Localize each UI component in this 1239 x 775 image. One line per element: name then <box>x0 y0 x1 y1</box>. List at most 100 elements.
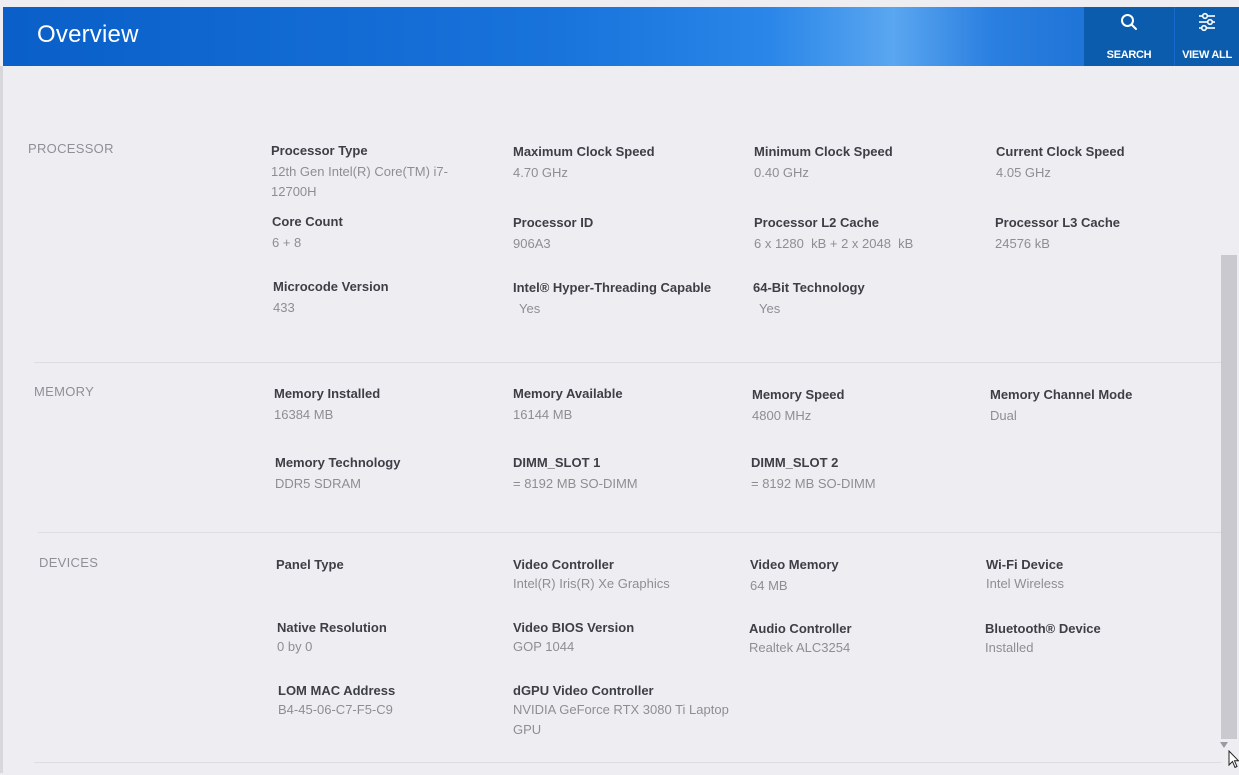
field-name: Memory Speed <box>752 387 845 402</box>
field-current-clock-speed: Current Clock Speed 4.05 GHz <box>996 143 1196 183</box>
field-value: 24576 kB <box>995 236 1050 251</box>
field-memory-available: Memory Available 16144 MB <box>513 385 733 425</box>
field-value: 4.70 GHz <box>513 165 568 180</box>
search-icon <box>1120 11 1138 33</box>
field-name: Native Resolution <box>277 620 387 635</box>
field-memory-speed: Memory Speed 4800 MHz <box>752 386 972 426</box>
field-audio-controller: Audio Controller Realtek ALC3254 <box>749 620 969 658</box>
field-bluetooth-device: Bluetooth® Device Installed <box>985 620 1205 658</box>
search-button[interactable]: SEARCH <box>1084 7 1174 66</box>
section-divider <box>34 762 1221 763</box>
field-value: Realtek ALC3254 <box>749 640 851 655</box>
field-name: Processor ID <box>513 215 594 230</box>
field-name: dGPU Video Controller <box>513 683 654 698</box>
field-value: 0.40 GHz <box>754 165 809 180</box>
field-value: Yes <box>519 301 541 316</box>
field-name: Memory Channel Mode <box>990 387 1133 402</box>
page-left-edge <box>0 66 3 773</box>
field-value: 6 x 1280 kB + 2 x 2048 kB <box>754 236 914 251</box>
field-value: 12th Gen Intel(R) Core(TM) i7-12700H <box>271 164 448 199</box>
search-button-label: SEARCH <box>1106 49 1152 61</box>
field-name: Memory Installed <box>274 386 381 401</box>
field-name: Bluetooth® Device <box>985 621 1101 636</box>
field-video-controller: Video Controller Intel(R) Iris(R) Xe Gra… <box>513 556 743 594</box>
view-all-button[interactable]: VIEW ALL <box>1175 7 1239 66</box>
field-value: 64 MB <box>750 578 788 593</box>
field-value: Intel Wireless <box>986 576 1065 591</box>
field-processor-id: Processor ID 906A3 <box>513 214 733 254</box>
field-value: B4-45-06-C7-F5-C9 <box>278 702 393 717</box>
field-memory-technology: Memory Technology DDR5 SDRAM <box>275 454 495 494</box>
field-name: Panel Type <box>276 557 344 572</box>
field-value: 16384 MB <box>274 407 334 422</box>
section-divider <box>34 362 1224 363</box>
filter-list-icon <box>1196 11 1218 33</box>
section-label-devices: DEVICES <box>39 555 99 570</box>
field-64bit-technology: 64-Bit Technology Yes <box>753 279 973 319</box>
view-all-button-label: VIEW ALL <box>1182 49 1232 61</box>
field-value: 4.05 GHz <box>996 165 1051 180</box>
field-value: Dual <box>990 408 1017 423</box>
field-name: Audio Controller <box>749 621 852 636</box>
field-min-clock-speed: Minimum Clock Speed 0.40 GHz <box>754 143 974 183</box>
field-value: 6 + 8 <box>272 235 302 250</box>
field-name: Minimum Clock Speed <box>754 144 893 159</box>
field-name: Processor L3 Cache <box>995 215 1121 230</box>
field-name: Current Clock Speed <box>996 144 1125 159</box>
field-name: Video BIOS Version <box>513 620 635 635</box>
field-value: 433 <box>273 300 295 315</box>
field-name: Intel® Hyper-Threading Capable <box>513 280 712 295</box>
field-value: 906A3 <box>513 236 551 251</box>
field-name: LOM MAC Address <box>278 683 396 698</box>
field-name: Wi-Fi Device <box>986 557 1064 572</box>
overview-header: Overview SEARCH VIEW ALL <box>3 7 1239 66</box>
section-label-memory: MEMORY <box>34 384 95 399</box>
field-dgpu-video-controller: dGPU Video Controller NVIDIA GeForce RTX… <box>513 682 748 740</box>
field-value: Intel(R) Iris(R) Xe Graphics <box>513 576 670 591</box>
section-label-processor: PROCESSOR <box>28 141 114 156</box>
mouse-cursor-icon <box>1228 749 1239 775</box>
field-processor-type: Processor Type 12th Gen Intel(R) Core(TM… <box>271 142 471 202</box>
field-processor-l2-cache: Processor L2 Cache 6 x 1280 kB + 2 x 204… <box>754 214 984 254</box>
field-hyper-threading: Intel® Hyper-Threading Capable Yes <box>513 279 743 319</box>
field-value: 4800 MHz <box>752 408 812 423</box>
field-value: = 8192 MB SO-DIMM <box>751 476 876 491</box>
field-memory-channel-mode: Memory Channel Mode Dual <box>990 386 1200 426</box>
field-memory-installed: Memory Installed 16384 MB <box>274 385 494 425</box>
field-lom-mac-address: LOM MAC Address B4-45-06-C7-F5-C9 <box>278 682 498 720</box>
field-video-bios-version: Video BIOS Version GOP 1044 <box>513 619 743 657</box>
field-processor-l3-cache: Processor L3 Cache 24576 kB <box>995 214 1195 254</box>
field-name: Processor L2 Cache <box>754 215 880 230</box>
field-name: Microcode Version <box>273 279 389 294</box>
field-name: Core Count <box>272 214 343 229</box>
field-name: 64-Bit Technology <box>753 280 865 295</box>
field-panel-type: Panel Type <box>276 556 496 576</box>
field-name: DIMM_SLOT 2 <box>751 455 839 470</box>
field-dimm-slot-2: DIMM_SLOT 2 = 8192 MB SO-DIMM <box>751 454 971 494</box>
field-name: Video Memory <box>750 557 839 572</box>
section-divider <box>38 532 1221 533</box>
field-value: = 8192 MB SO-DIMM <box>513 476 638 491</box>
field-max-clock-speed: Maximum Clock Speed 4.70 GHz <box>513 143 733 183</box>
field-name: DIMM_SLOT 1 <box>513 455 601 470</box>
field-name: Maximum Clock Speed <box>513 144 655 159</box>
field-video-memory: Video Memory 64 MB <box>750 556 970 596</box>
field-wifi-device: Wi-Fi Device Intel Wireless <box>986 556 1206 594</box>
scroll-down-arrow-icon[interactable] <box>1220 742 1228 748</box>
field-name: Memory Available <box>513 386 623 401</box>
field-value: 16144 MB <box>513 407 573 422</box>
field-core-count: Core Count 6 + 8 <box>272 213 472 253</box>
field-value: Installed <box>985 640 1034 655</box>
field-name: Processor Type <box>271 143 368 158</box>
vertical-scrollbar[interactable] <box>1221 255 1237 739</box>
field-value: DDR5 SDRAM <box>275 476 361 491</box>
field-microcode-version: Microcode Version 433 <box>273 278 473 318</box>
field-dimm-slot-1: DIMM_SLOT 1 = 8192 MB SO-DIMM <box>513 454 733 494</box>
field-value: GOP 1044 <box>513 639 575 654</box>
field-native-resolution: Native Resolution 0 by 0 <box>277 619 497 657</box>
field-value: NVIDIA GeForce RTX 3080 Ti Laptop GPU <box>513 702 729 737</box>
field-value: Yes <box>759 301 781 316</box>
page-title: Overview <box>37 21 139 48</box>
field-name: Video Controller <box>513 557 614 572</box>
field-name: Memory Technology <box>275 455 401 470</box>
